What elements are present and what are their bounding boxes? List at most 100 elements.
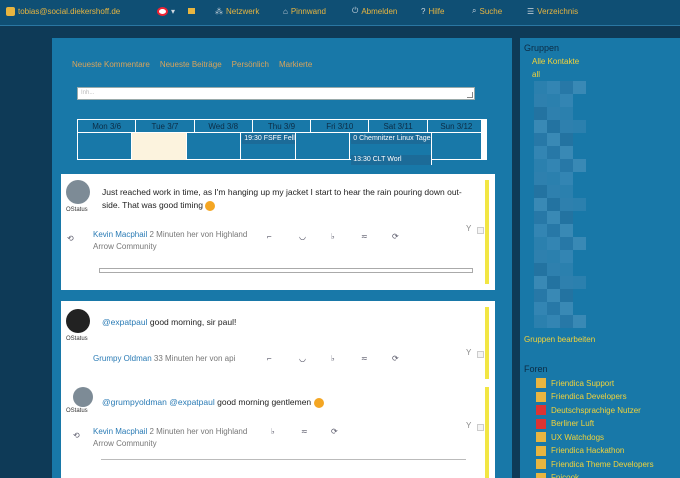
tag-icon[interactable]: ⟳ bbox=[331, 427, 338, 436]
tab-latest-comments[interactable]: Neueste Kommentare bbox=[72, 60, 150, 69]
calendar-event[interactable]: 0 Chemnitzer Linux Tage bbox=[351, 134, 432, 144]
group-list-tile bbox=[573, 263, 586, 276]
stream-tabs: Neueste Kommentare Neueste Beiträge Pers… bbox=[72, 60, 312, 69]
calendar-event[interactable]: 19:30 FSFE Fell bbox=[242, 134, 296, 144]
user-handle: tobias@social.diekershoff.de bbox=[18, 6, 121, 16]
drag-icon[interactable]: ⟲ bbox=[73, 431, 80, 440]
status-input[interactable]: Inh... bbox=[77, 87, 475, 100]
tag-icon[interactable]: ⟳ bbox=[392, 232, 399, 241]
more-menu-icon[interactable]: Y bbox=[466, 224, 471, 233]
group-list-tile bbox=[573, 276, 586, 289]
dislike-icon[interactable]: ◡ bbox=[299, 232, 306, 241]
group-list-tile bbox=[560, 250, 573, 263]
star-icon[interactable]: ≂ bbox=[301, 427, 308, 436]
star-icon[interactable]: ≂ bbox=[361, 232, 368, 241]
messages-button[interactable] bbox=[188, 4, 195, 18]
forum-item[interactable]: Friendica Developers bbox=[536, 391, 627, 402]
share-icon[interactable]: ♭ bbox=[271, 427, 275, 436]
group-list-tile bbox=[534, 302, 547, 315]
group-list-tile bbox=[573, 224, 586, 237]
forum-avatar-icon bbox=[536, 445, 546, 456]
group-list-tile bbox=[547, 185, 560, 198]
group-list-tile bbox=[534, 289, 547, 302]
dislike-icon[interactable]: ◡ bbox=[299, 354, 306, 363]
more-menu-icon[interactable]: Y bbox=[466, 421, 471, 430]
forum-item[interactable]: Deutschsprachige Nutzer bbox=[536, 405, 641, 415]
calendar-cell[interactable] bbox=[432, 133, 486, 160]
forum-item[interactable]: UX Watchdogs bbox=[536, 432, 604, 442]
nav-help[interactable]: ? Hilfe bbox=[421, 4, 444, 18]
group-list-tile bbox=[573, 315, 586, 328]
avatar[interactable] bbox=[73, 387, 93, 407]
mention-link[interactable]: @expatpaul bbox=[102, 317, 148, 327]
nav-search[interactable]: ⌕ Suche bbox=[472, 4, 502, 18]
mention-link[interactable]: @grumpyoldman bbox=[102, 397, 167, 407]
group-list-tile bbox=[534, 237, 547, 250]
group-list-tile bbox=[534, 94, 547, 107]
forum-item[interactable]: Fnicook bbox=[536, 472, 579, 478]
star-icon[interactable]: ≂ bbox=[361, 354, 368, 363]
calendar-cell[interactable]: 19:30 FSFE Fell bbox=[241, 133, 296, 160]
share-icon[interactable]: ♭ bbox=[331, 232, 335, 241]
calendar-cell[interactable] bbox=[78, 133, 133, 160]
group-all[interactable]: all bbox=[532, 70, 540, 79]
forum-item[interactable]: Friendica Support bbox=[536, 378, 614, 388]
top-navigation-bar: tobias@social.diekershoff.de ▾ ⁂ Netzwer… bbox=[0, 0, 680, 26]
avatar[interactable] bbox=[66, 309, 90, 333]
user-menu[interactable]: tobias@social.diekershoff.de bbox=[6, 4, 120, 18]
author-name[interactable]: Kevin Macphail bbox=[93, 427, 147, 436]
author-name[interactable]: Kevin Macphail bbox=[93, 230, 147, 239]
group-all-contacts[interactable]: Alle Kontakte bbox=[532, 57, 579, 66]
calendar-cell[interactable]: 0 Chemnitzer Linux Tage 13:30 CLT Worl bbox=[350, 133, 432, 165]
group-list-tile bbox=[560, 302, 573, 315]
tab-personal[interactable]: Persönlich bbox=[232, 60, 269, 69]
forum-avatar-icon bbox=[536, 432, 546, 442]
nav-network[interactable]: ⁂ Netzwerk bbox=[215, 4, 259, 18]
reply-text: good morning gentlemen bbox=[217, 397, 312, 407]
author-name[interactable]: Grumpy Oldman bbox=[93, 354, 152, 363]
group-list-tile bbox=[560, 172, 573, 185]
notification-icon bbox=[157, 6, 168, 16]
calendar-cell[interactable] bbox=[187, 133, 242, 160]
tab-latest-posts[interactable]: Neueste Beiträge bbox=[160, 60, 222, 69]
calendar-cell[interactable] bbox=[296, 133, 351, 160]
select-checkbox[interactable] bbox=[477, 424, 484, 431]
group-list-tile bbox=[560, 315, 573, 328]
group-list-tile bbox=[560, 94, 573, 107]
edit-groups-link[interactable]: Gruppen bearbeiten bbox=[524, 335, 595, 344]
drag-icon[interactable]: ⟲ bbox=[67, 234, 74, 243]
select-checkbox[interactable] bbox=[477, 227, 484, 234]
share-icon[interactable]: ♭ bbox=[331, 354, 335, 363]
notifications-button[interactable]: ▾ bbox=[157, 4, 175, 18]
forum-item[interactable]: Berliner Luft bbox=[536, 418, 594, 429]
like-icon[interactable]: ⌐ bbox=[267, 232, 272, 241]
group-list-tile bbox=[560, 263, 573, 276]
forum-item[interactable]: Friendica Hackathon bbox=[536, 445, 624, 456]
calendar-cell-today[interactable] bbox=[132, 133, 187, 160]
group-list-tile bbox=[560, 146, 573, 159]
search-icon: ⌕ bbox=[472, 6, 477, 15]
forum-item[interactable]: Friendica Theme Developers bbox=[536, 459, 654, 469]
calendar-day: Sun 3/12 bbox=[428, 120, 486, 132]
tab-starred[interactable]: Markierte bbox=[279, 60, 312, 69]
nav-logout-label: Abmelden bbox=[361, 6, 398, 16]
tag-icon[interactable]: ⟳ bbox=[392, 354, 399, 363]
groups-heading: Gruppen bbox=[524, 43, 560, 53]
comment-input[interactable] bbox=[99, 268, 473, 273]
nav-logout[interactable]: ⏻ Abmelden bbox=[352, 4, 397, 18]
nav-wall[interactable]: ⌂ Pinnwand bbox=[283, 4, 326, 18]
mention-link[interactable]: @expatpaul bbox=[169, 397, 215, 407]
calendar-event[interactable]: 13:30 CLT Worl bbox=[351, 155, 432, 165]
smile-emoji-icon bbox=[313, 397, 324, 408]
group-list-tile bbox=[534, 185, 547, 198]
like-icon[interactable]: ⌐ bbox=[267, 354, 272, 363]
select-checkbox[interactable] bbox=[477, 351, 484, 358]
group-list-tile bbox=[534, 250, 547, 263]
group-list-tile bbox=[547, 120, 560, 133]
calendar-scrollbar[interactable] bbox=[481, 120, 487, 159]
more-menu-icon[interactable]: Y bbox=[466, 348, 471, 357]
nav-network-label: Netzwerk bbox=[226, 6, 260, 16]
nav-directory[interactable]: ☰ Verzeichnis bbox=[527, 4, 578, 18]
unread-indicator bbox=[485, 180, 489, 284]
avatar[interactable] bbox=[66, 180, 90, 204]
